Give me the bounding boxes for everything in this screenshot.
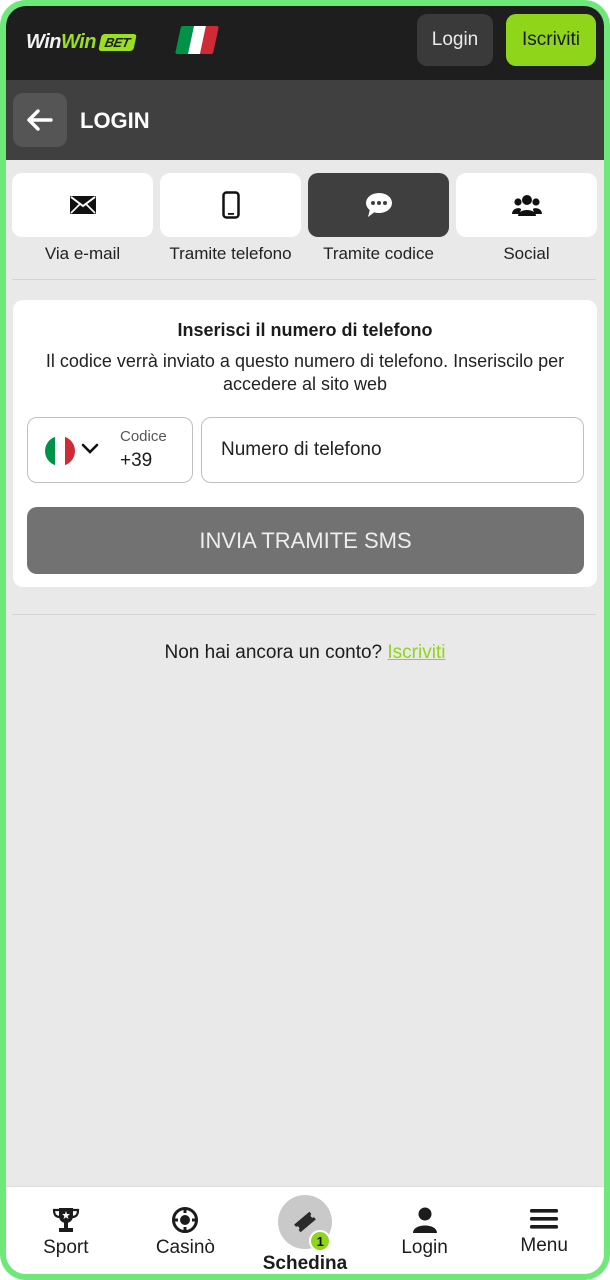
country-code-select[interactable]: Codice +39 bbox=[27, 417, 193, 483]
nav-casino[interactable]: Casinò bbox=[126, 1187, 246, 1274]
chevron-down-icon bbox=[81, 443, 99, 454]
form-description: Il codice verrà inviato a questo numero … bbox=[45, 351, 565, 394]
tab-code[interactable]: Tramite codice bbox=[308, 173, 449, 267]
brand-logo[interactable]: Win Win BET bbox=[26, 30, 137, 54]
logo-bet: BET bbox=[98, 33, 137, 51]
tab-social[interactable]: Social bbox=[456, 173, 597, 267]
login-method-tabs: Via e-mail Tramite telefono Tramite codi… bbox=[12, 173, 598, 267]
page-header: LOGIN bbox=[6, 80, 604, 160]
user-icon bbox=[412, 1207, 437, 1233]
logo-word-2: Win bbox=[60, 30, 96, 53]
tab-label: Tramite codice bbox=[323, 244, 434, 263]
chat-icon bbox=[365, 193, 392, 217]
envelope-icon bbox=[69, 196, 96, 214]
nav-label: Sport bbox=[43, 1237, 89, 1258]
nav-menu[interactable]: Menu bbox=[484, 1187, 604, 1274]
betslip-count-badge: 1 bbox=[309, 1230, 332, 1252]
logo-word-1: Win bbox=[26, 30, 61, 53]
tab-tile[interactable] bbox=[456, 173, 597, 237]
form-title: Inserisci il numero di telefono bbox=[177, 320, 433, 340]
nav-login[interactable]: Login bbox=[365, 1187, 485, 1274]
phone-login-card: Inserisci il numero di telefono Il codic… bbox=[13, 300, 597, 587]
nav-label: Menu bbox=[520, 1235, 568, 1256]
app-frame: Win Win BET Login Iscriviti LOGIN Via e-… bbox=[0, 0, 610, 1280]
phone-icon bbox=[221, 191, 240, 219]
header-login-button[interactable]: Login bbox=[417, 14, 493, 66]
tab-label: Tramite telefono bbox=[169, 244, 292, 263]
tab-tile[interactable] bbox=[308, 173, 449, 237]
nav-label: Schedina bbox=[262, 1253, 348, 1274]
italy-flag-icon[interactable] bbox=[175, 26, 219, 54]
signup-prompt-text: Non hai ancora un conto? bbox=[164, 642, 383, 663]
tab-email[interactable]: Via e-mail bbox=[12, 173, 153, 267]
country-code-label: Codice bbox=[120, 428, 167, 445]
arrow-left-icon bbox=[27, 109, 53, 131]
page-title: LOGIN bbox=[80, 108, 150, 133]
tab-label: Social bbox=[503, 244, 550, 263]
trophy-icon bbox=[52, 1208, 79, 1232]
top-bar: Win Win BET Login Iscriviti bbox=[6, 6, 604, 80]
nav-betslip[interactable]: 1 Schedina bbox=[245, 1187, 365, 1274]
back-button[interactable] bbox=[13, 93, 67, 147]
signup-link[interactable]: Iscriviti bbox=[387, 642, 445, 663]
send-sms-button[interactable]: INVIA TRAMITE SMS bbox=[27, 507, 584, 574]
header-signup-button[interactable]: Iscriviti bbox=[506, 14, 596, 66]
divider bbox=[12, 279, 596, 280]
hamburger-icon bbox=[530, 1209, 559, 1229]
tab-phone[interactable]: Tramite telefono bbox=[160, 173, 301, 267]
italy-flag-icon bbox=[45, 436, 75, 466]
users-icon bbox=[511, 195, 542, 216]
tab-tile[interactable] bbox=[12, 173, 153, 237]
nav-label: Login bbox=[401, 1237, 448, 1258]
divider bbox=[12, 614, 596, 615]
phone-number-input[interactable] bbox=[201, 417, 584, 483]
nav-sport[interactable]: Sport bbox=[6, 1187, 126, 1274]
casino-chip-icon bbox=[172, 1207, 199, 1233]
tab-tile[interactable] bbox=[160, 173, 301, 237]
bottom-navigation: Sport Casinò 1 Schedina Login Menu bbox=[6, 1186, 604, 1274]
tab-label: Via e-mail bbox=[44, 244, 121, 263]
nav-label: Casinò bbox=[155, 1237, 215, 1258]
signup-prompt: Non hai ancora un conto? Iscriviti bbox=[6, 642, 604, 664]
country-code-value: +39 bbox=[120, 450, 153, 471]
